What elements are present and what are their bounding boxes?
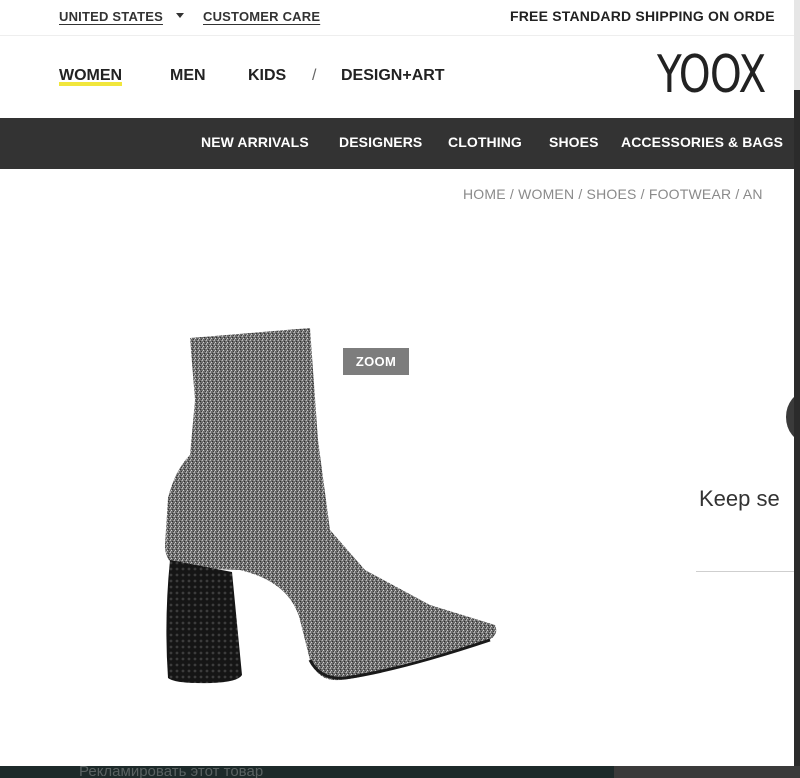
shipping-message: FREE STANDARD SHIPPING ON ORDE — [510, 8, 775, 24]
window-edge — [794, 0, 800, 778]
category-clothing[interactable]: CLOTHING — [448, 134, 522, 150]
category-bar: NEW ARRIVALS DESIGNERS CLOTHING SHOES AC… — [0, 118, 794, 169]
category-accessories-bags[interactable]: ACCESSORIES & BAGS — [621, 134, 783, 150]
zoom-button[interactable]: ZOOM — [343, 348, 409, 375]
nav-design-art[interactable]: DESIGN+ART — [341, 67, 445, 85]
utility-bar: UNITED STATES CUSTOMER CARE FREE STANDAR… — [0, 0, 794, 36]
site-header: WOMEN MEN KIDS / DESIGN+ART YOOX — [0, 37, 794, 118]
panel-divider — [696, 571, 794, 572]
nav-kids[interactable]: KIDS — [248, 67, 286, 85]
keep-searching-text: Keep se — [699, 486, 780, 511]
product-image[interactable] — [150, 320, 510, 700]
breadcrumb[interactable]: HOME / WOMEN / SHOES / FOOTWEAR / AN — [463, 186, 763, 202]
category-designers[interactable]: DESIGNERS — [339, 134, 422, 150]
nav-men[interactable]: MEN — [170, 67, 206, 85]
nav-women[interactable]: WOMEN — [59, 67, 123, 86]
country-selector[interactable]: UNITED STATES — [59, 9, 163, 24]
browser-viewport: UNITED STATES CUSTOMER CARE FREE STANDAR… — [0, 0, 794, 766]
caret-down-icon[interactable] — [176, 13, 184, 18]
category-shoes[interactable]: SHOES — [549, 134, 599, 150]
yoox-logo[interactable]: YOOX — [657, 45, 766, 105]
window-edge-top — [794, 0, 800, 90]
bottom-bar-right — [614, 766, 800, 778]
category-new-arrivals[interactable]: NEW ARRIVALS — [201, 134, 309, 150]
nav-separator: / — [312, 67, 317, 84]
advertise-link[interactable]: Рекламировать этот товар — [79, 763, 263, 778]
scroll-arrow-icon[interactable] — [786, 392, 794, 442]
customer-care-link[interactable]: CUSTOMER CARE — [203, 9, 320, 24]
